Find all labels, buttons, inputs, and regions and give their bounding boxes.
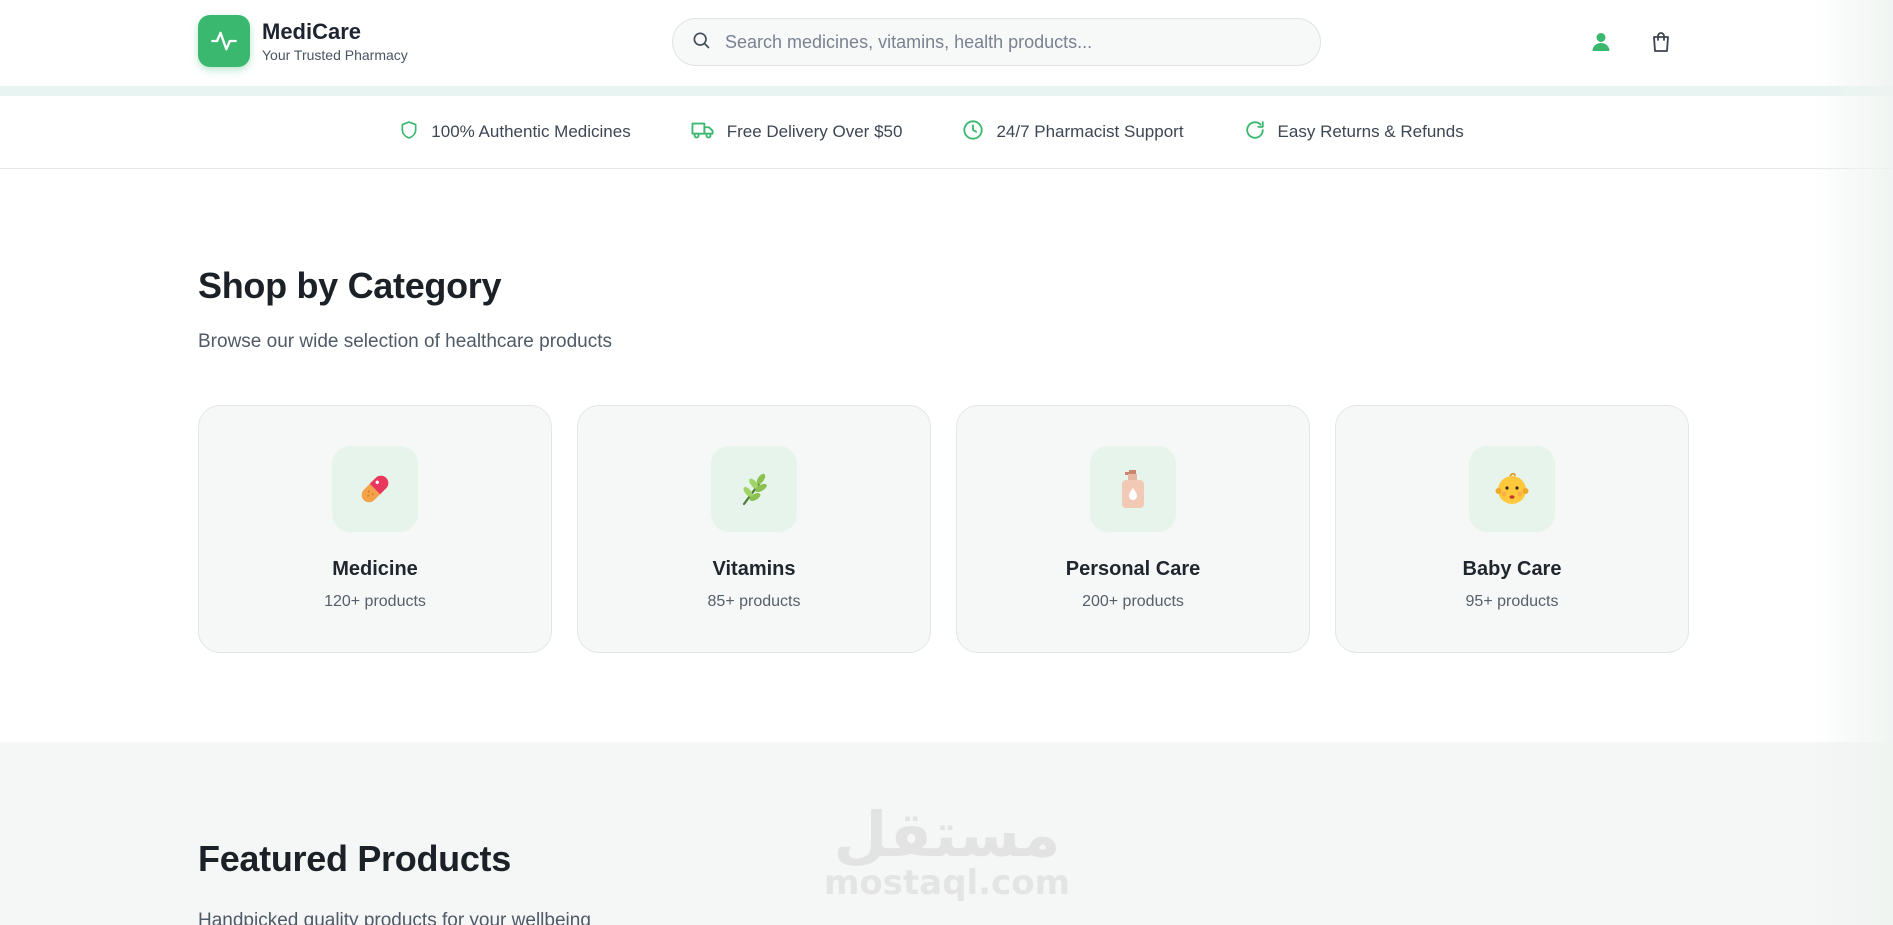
category-section-header: Shop by Category Browse our wide selecti… xyxy=(198,265,612,353)
site-header: MediCare Your Trusted Pharmacy xyxy=(0,0,1893,88)
section-title: Shop by Category xyxy=(198,265,502,306)
category-name: Vitamins xyxy=(712,558,796,580)
category-card-vitamins[interactable]: Vitamins 85+ products xyxy=(577,405,931,653)
shopping-bag-icon[interactable] xyxy=(1646,27,1676,57)
category-name: Medicine xyxy=(332,558,418,580)
lotion-bottle-icon xyxy=(1090,446,1176,532)
herb-icon xyxy=(711,446,797,532)
search-icon xyxy=(691,30,711,55)
category-grid: Medicine 120+ products Vitamins 85+ prod… xyxy=(198,405,1689,653)
feature-label: Easy Returns & Refunds xyxy=(1277,122,1464,141)
watermark-logo: مستقل mostaql.com xyxy=(824,798,1070,906)
feature-label: 100% Authentic Medicines xyxy=(431,122,631,141)
category-count: 200+ products xyxy=(1082,593,1184,610)
category-card-medicine[interactable]: Medicine 120+ products xyxy=(198,405,552,653)
category-name: Personal Care xyxy=(1065,558,1201,580)
section-subtitle: Handpicked quality products for your wel… xyxy=(198,910,591,925)
brand-logo-link[interactable]: MediCare Your Trusted Pharmacy xyxy=(198,15,408,67)
section-subtitle: Browse our wide selection of healthcare … xyxy=(198,331,613,352)
search-bar xyxy=(672,18,1321,66)
clock-icon xyxy=(962,119,984,146)
brand-tagline: Your Trusted Pharmacy xyxy=(262,46,408,63)
watermark-arabic: مستقل xyxy=(833,798,1061,871)
truck-icon xyxy=(691,119,715,146)
user-account-icon[interactable] xyxy=(1586,27,1616,57)
category-count: 120+ products xyxy=(324,593,426,610)
section-title: Featured Products xyxy=(198,838,511,879)
featured-section-header: Featured Products Handpicked quality pro… xyxy=(198,838,591,925)
category-name: Baby Care xyxy=(1462,558,1562,580)
baby-icon xyxy=(1469,446,1555,532)
search-input[interactable] xyxy=(725,31,1285,53)
shield-icon xyxy=(399,119,419,146)
category-card-personal-care[interactable]: Personal Care 200+ products xyxy=(956,405,1310,653)
features-bar: 100% Authentic Medicines Free Delivery O… xyxy=(0,96,1893,169)
feature-label: Free Delivery Over $50 xyxy=(726,122,903,141)
category-card-baby-care[interactable]: Baby Care 95+ products xyxy=(1335,405,1689,653)
pill-icon xyxy=(332,446,418,532)
pulse-icon xyxy=(198,15,250,67)
brand-name: MediCare xyxy=(262,18,362,44)
feature-item-delivery: Free Delivery Over $50 xyxy=(691,119,903,146)
refresh-icon xyxy=(1244,119,1266,146)
category-count: 95+ products xyxy=(1465,593,1559,610)
watermark-latin: mostaql.com xyxy=(823,863,1071,903)
page: MediCare Your Trusted Pharmacy 100% Auth… xyxy=(0,0,1893,925)
feature-item-authentic: 100% Authentic Medicines xyxy=(399,119,631,146)
feature-item-support: 24/7 Pharmacist Support xyxy=(962,119,1184,146)
feature-item-returns: Easy Returns & Refunds xyxy=(1244,119,1464,146)
header-divider xyxy=(0,86,1893,96)
feature-label: 24/7 Pharmacist Support xyxy=(996,122,1184,141)
category-count: 85+ products xyxy=(707,593,801,610)
